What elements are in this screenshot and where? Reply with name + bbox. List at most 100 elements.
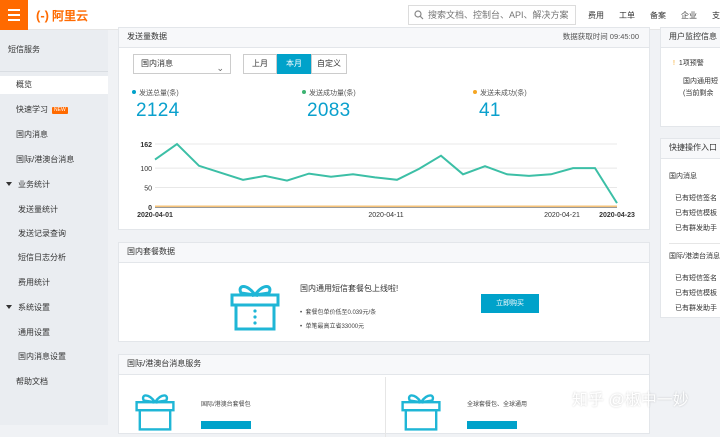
- promo-headline: 国内通用短信套餐包上线啦!: [300, 284, 399, 293]
- sidebar-item-send-records[interactable]: 发送记录查询: [0, 228, 108, 239]
- caret-down-icon: [6, 305, 12, 309]
- sidebar-item-overview[interactable]: 概览: [0, 76, 108, 94]
- caret-down-icon: [6, 182, 12, 186]
- divider: [385, 377, 386, 437]
- sidebar-group-settings[interactable]: 系统设置: [0, 302, 108, 313]
- promo-bullet: • 单笔最高立省33000元: [300, 324, 365, 330]
- fetch-time: 数据获取时间 09:45:00: [562, 32, 639, 41]
- stat-total-value: 2124: [136, 100, 180, 121]
- y-tick-label: 100: [140, 166, 152, 173]
- sidebar-item-send-stats[interactable]: 发送量统计: [0, 204, 108, 215]
- logo-text: 阿里云: [52, 9, 89, 23]
- stat-label-text: 发送未成功(条): [480, 90, 527, 97]
- sidebar-item-quickstart[interactable]: 快速学习 NEW: [0, 104, 108, 115]
- sidebar-item-label: 发送记录查询: [18, 229, 66, 238]
- sidebar-item-label: 短信日志分析: [18, 253, 66, 262]
- nav-filing[interactable]: 备案: [650, 10, 666, 21]
- gift-icon: [230, 285, 280, 331]
- sidebar-group-stats[interactable]: 业务统计: [0, 179, 108, 190]
- send-volume-panel: 发送量数据 数据获取时间 09:45:00 国内消息 ⌄ 上月 本月 自定义 发送…: [118, 27, 650, 230]
- sidebar-item-label: 帮助文档: [16, 377, 48, 386]
- sidebar-item-label: 业务统计: [18, 180, 50, 189]
- monitor-line: 国内通用短: [683, 78, 718, 85]
- menu-icon[interactable]: [0, 0, 28, 30]
- panel-header: 国际/港澳台消息服务: [119, 355, 649, 375]
- brand-logo[interactable]: (-) 阿里云: [36, 7, 88, 24]
- sidebar-item-label: 国内消息设置: [18, 352, 66, 361]
- gift-icon: [135, 394, 175, 431]
- stat-fail-label: 发送未成功(条): [473, 88, 527, 98]
- sidebar-item-label: 费用统计: [18, 278, 50, 287]
- intl-buy-button[interactable]: [201, 421, 251, 429]
- alert-text: 1项预警: [678, 60, 704, 67]
- quick-actions-panel: 快捷操作入口 国内消息 已有短信签名 已有短信模板 已有群发助手 国际/港澳台消…: [660, 138, 720, 318]
- tab-last-month[interactable]: 上月: [243, 54, 277, 74]
- sidebar-item-fee-stats[interactable]: 费用统计: [0, 277, 108, 288]
- dot-icon: [473, 90, 477, 94]
- y-tick-label: 162: [140, 142, 152, 149]
- sidebar-item-general-settings[interactable]: 通用设置: [0, 327, 108, 338]
- dot-icon: [132, 90, 136, 94]
- quick-link[interactable]: 已有短信签名: [675, 193, 717, 203]
- nav-fee[interactable]: 费用: [588, 10, 604, 21]
- stat-fail-value: 41: [479, 100, 501, 121]
- new-badge: NEW: [52, 107, 68, 114]
- quick-link[interactable]: 已有短信模板: [675, 288, 717, 298]
- sidebar-item-domestic[interactable]: 国内消息: [0, 129, 108, 140]
- quick-link[interactable]: 已有短信签名: [675, 273, 717, 283]
- sidebar-item-label: 发送量统计: [18, 205, 58, 214]
- sidebar-item-label: 系统设置: [18, 303, 50, 312]
- sidebar-item-international[interactable]: 国际/港澳台消息: [0, 154, 108, 165]
- stat-success-value: 2083: [307, 100, 351, 121]
- quick-link[interactable]: 已有群发助手: [675, 223, 717, 233]
- series-line: [154, 142, 618, 204]
- panel-title: 发送量数据: [127, 32, 167, 41]
- stat-label-text: 发送成功量(条): [309, 90, 356, 97]
- monitor-alert[interactable]: ! 1项预警: [673, 58, 704, 68]
- international-panel: 国际/港澳台消息服务 国际/港澳台套餐包 全球套餐包、全球通用: [118, 354, 650, 437]
- sidebar-item-label: 概览: [16, 80, 32, 89]
- tab-custom[interactable]: 自定义: [311, 54, 347, 74]
- panel-header: 国内套餐数据: [119, 243, 649, 263]
- nav-support[interactable]: 支: [712, 10, 720, 21]
- global-buy-button[interactable]: [467, 421, 517, 429]
- sidebar-item-label: 通用设置: [18, 328, 50, 337]
- dot-icon: [302, 90, 306, 94]
- y-tick-label: 0: [148, 205, 152, 212]
- warning-icon: !: [673, 60, 675, 67]
- sidebar-item-domestic-settings[interactable]: 国内消息设置: [0, 351, 108, 362]
- stat-total-label: 发送总量(条): [132, 88, 179, 98]
- x-tick-label: 2020-04-21: [544, 212, 580, 219]
- domestic-package-panel: 国内套餐数据 国内通用短信套餐包上线啦! • 套餐包单价低至0.039元/条 •…: [118, 242, 650, 342]
- stat-label-text: 发送总量(条): [139, 90, 179, 97]
- nav-ticket[interactable]: 工单: [619, 10, 635, 21]
- gift-icon: [401, 394, 441, 431]
- buy-now-button[interactable]: 立即购买: [481, 294, 539, 313]
- promo-bullet: • 套餐包单价低至0.039元/条: [300, 310, 377, 316]
- intl-package-label: 国际/港澳台套餐包: [201, 402, 251, 408]
- monitor-panel: 用户监控信息 ! 1项预警 国内通用短 (当前剩余: [660, 27, 720, 127]
- message-type-select[interactable]: 国内消息 ⌄: [133, 54, 231, 74]
- x-tick-label: 2020-04-11: [368, 212, 403, 219]
- promo-bullet-text: 套餐包单价低至0.039元/条: [305, 310, 377, 316]
- panel-title: 用户监控信息: [669, 32, 717, 41]
- nav-enterprise[interactable]: 企业: [681, 10, 697, 21]
- tab-this-month[interactable]: 本月: [277, 54, 311, 74]
- quick-section-domestic: 国内消息: [669, 173, 697, 180]
- search-box[interactable]: [408, 5, 576, 25]
- search-input[interactable]: [428, 10, 568, 20]
- quick-link[interactable]: 已有短信模板: [675, 208, 717, 218]
- global-package-label: 全球套餐包、全球通用: [467, 402, 528, 408]
- x-tick-label: 2020-04-01: [137, 212, 173, 219]
- stat-success-label: 发送成功量(条): [302, 88, 356, 98]
- quick-section-intl: 国际/港澳台消息: [669, 253, 720, 260]
- sidebar-item-log-analysis[interactable]: 短信日志分析: [0, 252, 108, 263]
- quick-link[interactable]: 已有群发助手: [675, 303, 717, 313]
- y-tick-label: 50: [144, 186, 152, 193]
- send-volume-chart: 162 100 50 02020-04-01 2020-04-11 2020-04-21 2…: [137, 142, 635, 219]
- monitor-line: (当前剩余: [683, 90, 714, 97]
- sidebar-item-label: 国际/港澳台消息: [16, 155, 75, 164]
- sidebar-item-label: 国内消息: [16, 130, 48, 139]
- sidebar-item-help[interactable]: 帮助文档: [0, 376, 108, 387]
- panel-header: 发送量数据 数据获取时间 09:45:00: [119, 28, 649, 48]
